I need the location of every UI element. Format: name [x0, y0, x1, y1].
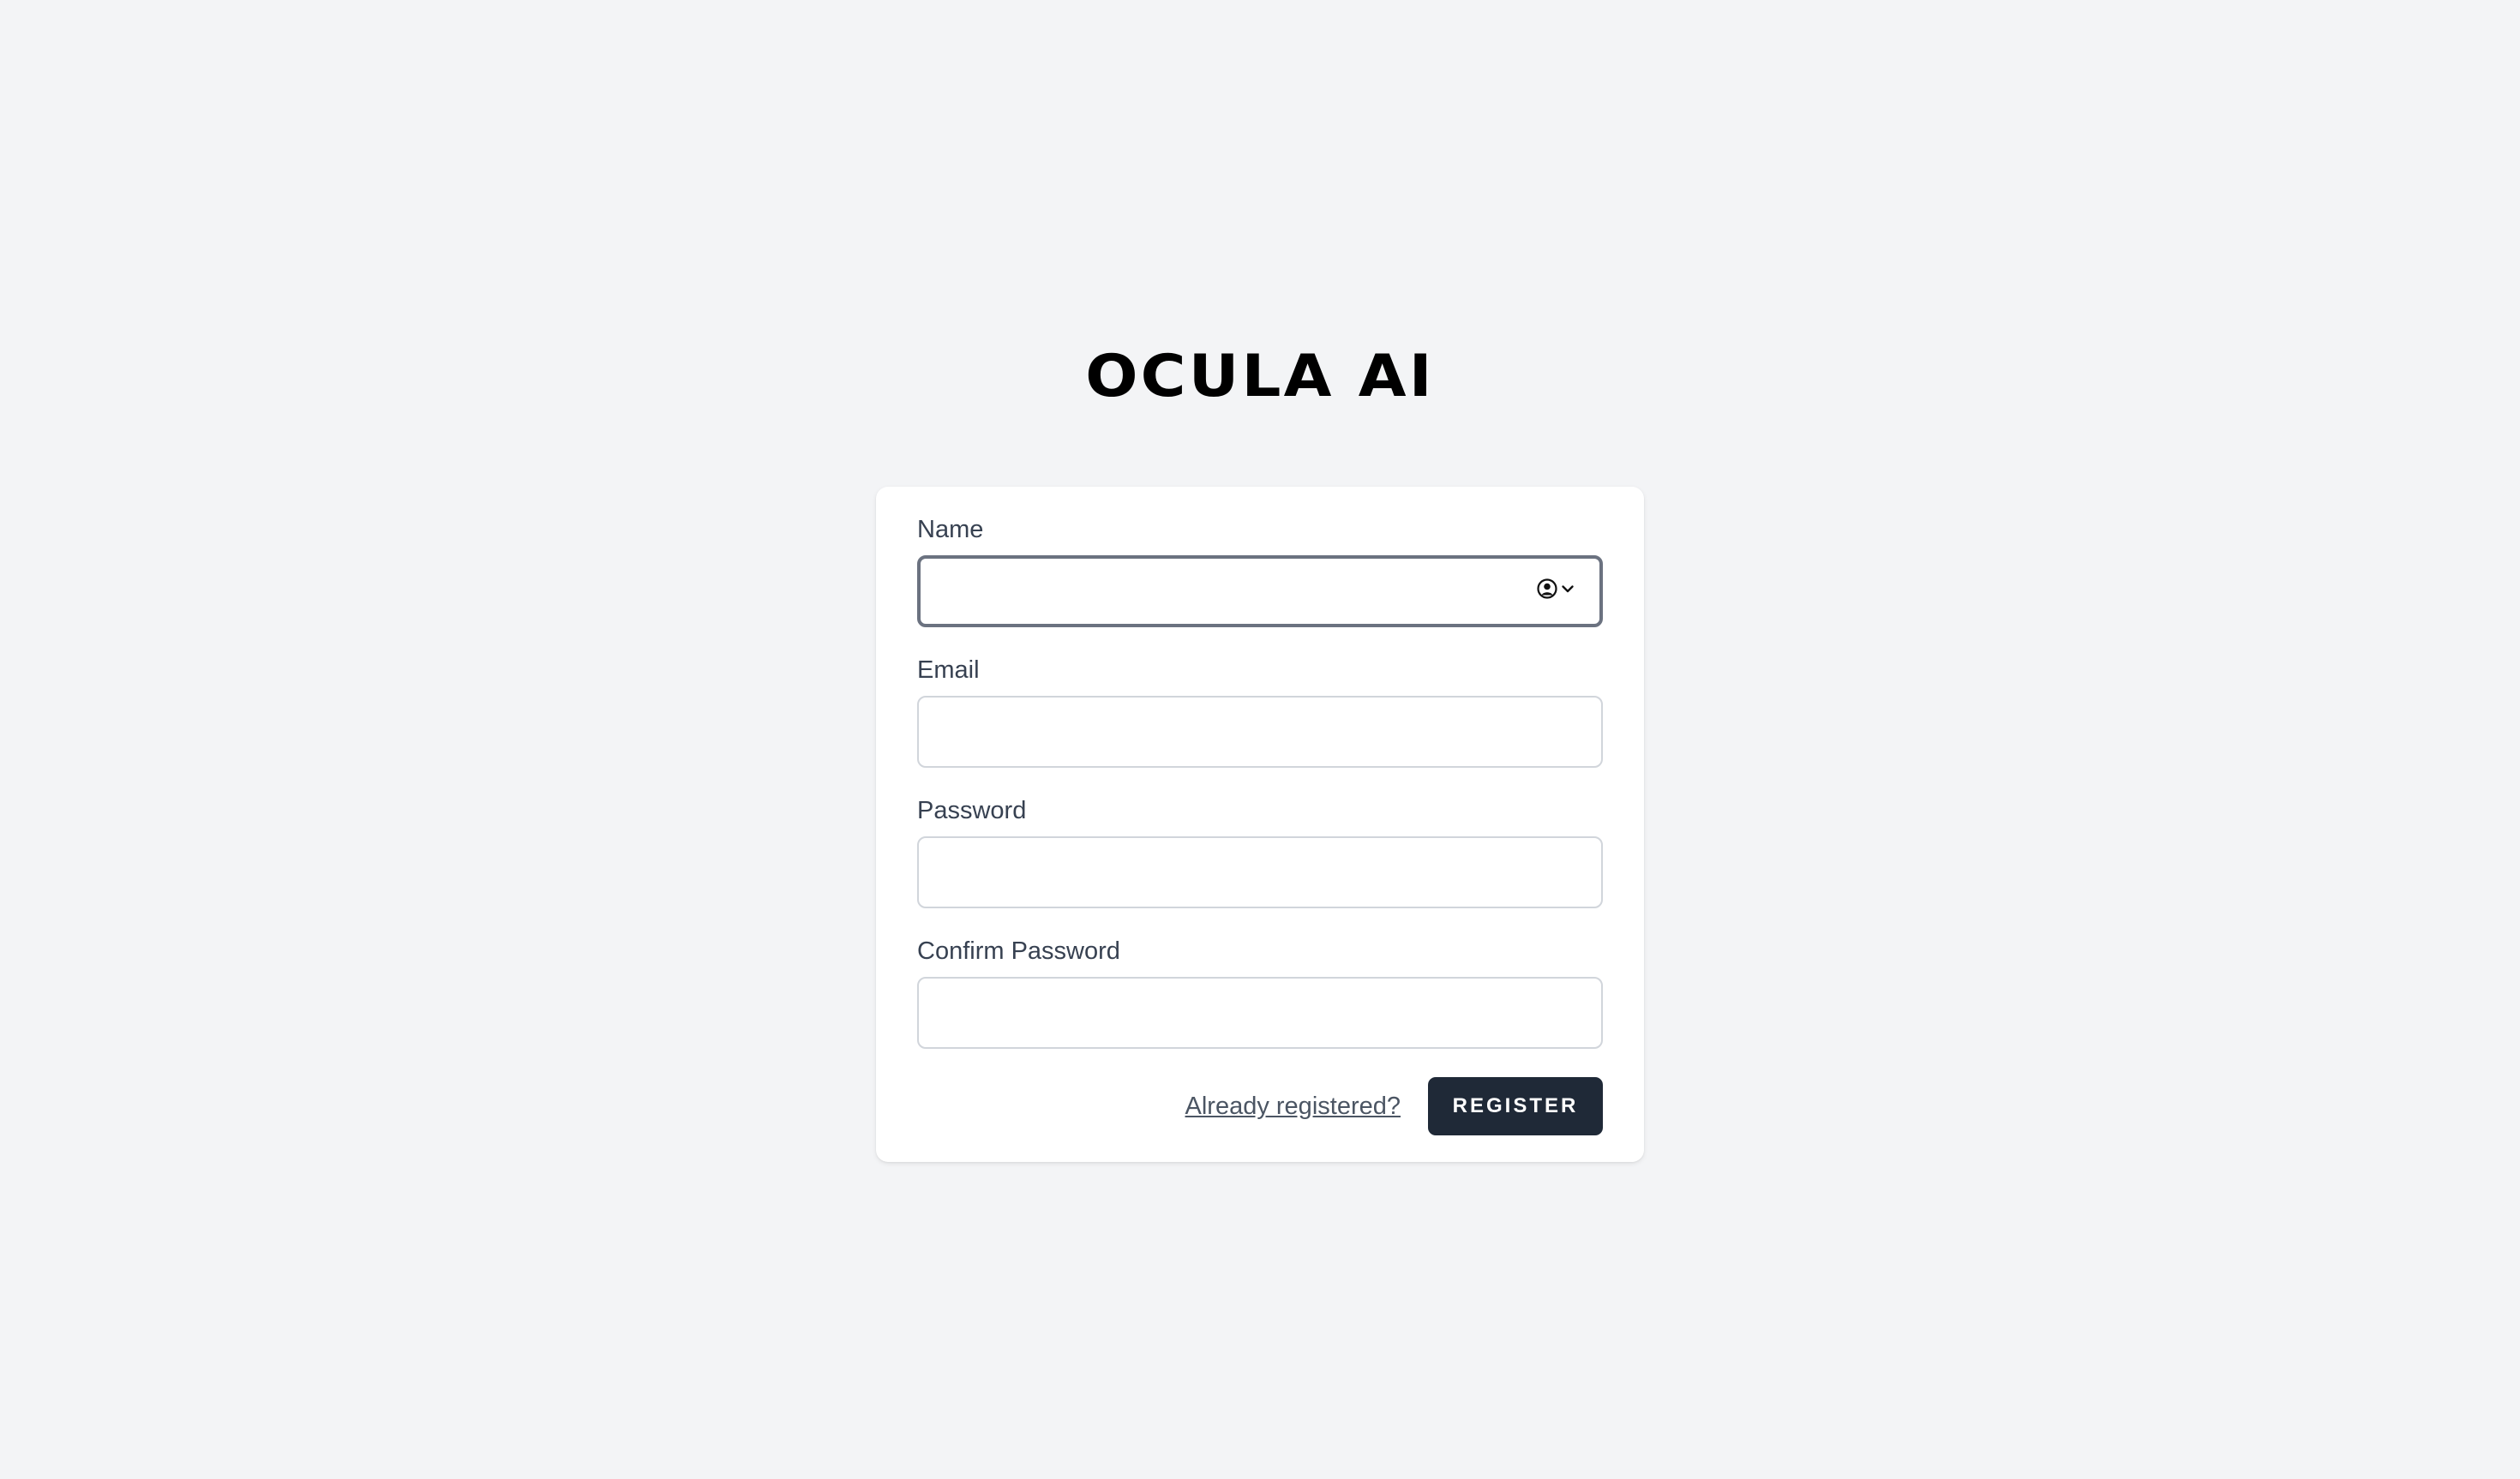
form-actions: Already registered? REGISTER: [917, 1077, 1603, 1135]
name-autofill-button[interactable]: [1536, 576, 1575, 602]
email-input[interactable]: [917, 696, 1603, 768]
person-circle-icon: [1536, 578, 1558, 600]
password-input[interactable]: [917, 836, 1603, 908]
name-label: Name: [917, 516, 984, 543]
email-label: Email: [917, 656, 980, 684]
brand-logo: OCULA AI: [1085, 343, 1435, 410]
already-registered-link[interactable]: Already registered?: [1185, 1091, 1401, 1122]
confirm-password-input[interactable]: [917, 977, 1603, 1049]
name-input[interactable]: [917, 555, 1603, 627]
confirm-password-label: Confirm Password: [917, 937, 1120, 965]
password-label: Password: [917, 797, 1027, 824]
chevron-down-icon: [1560, 581, 1575, 596]
register-card: Name Email Password Confirm Password Alr…: [876, 487, 1644, 1162]
register-button[interactable]: REGISTER: [1428, 1077, 1603, 1135]
